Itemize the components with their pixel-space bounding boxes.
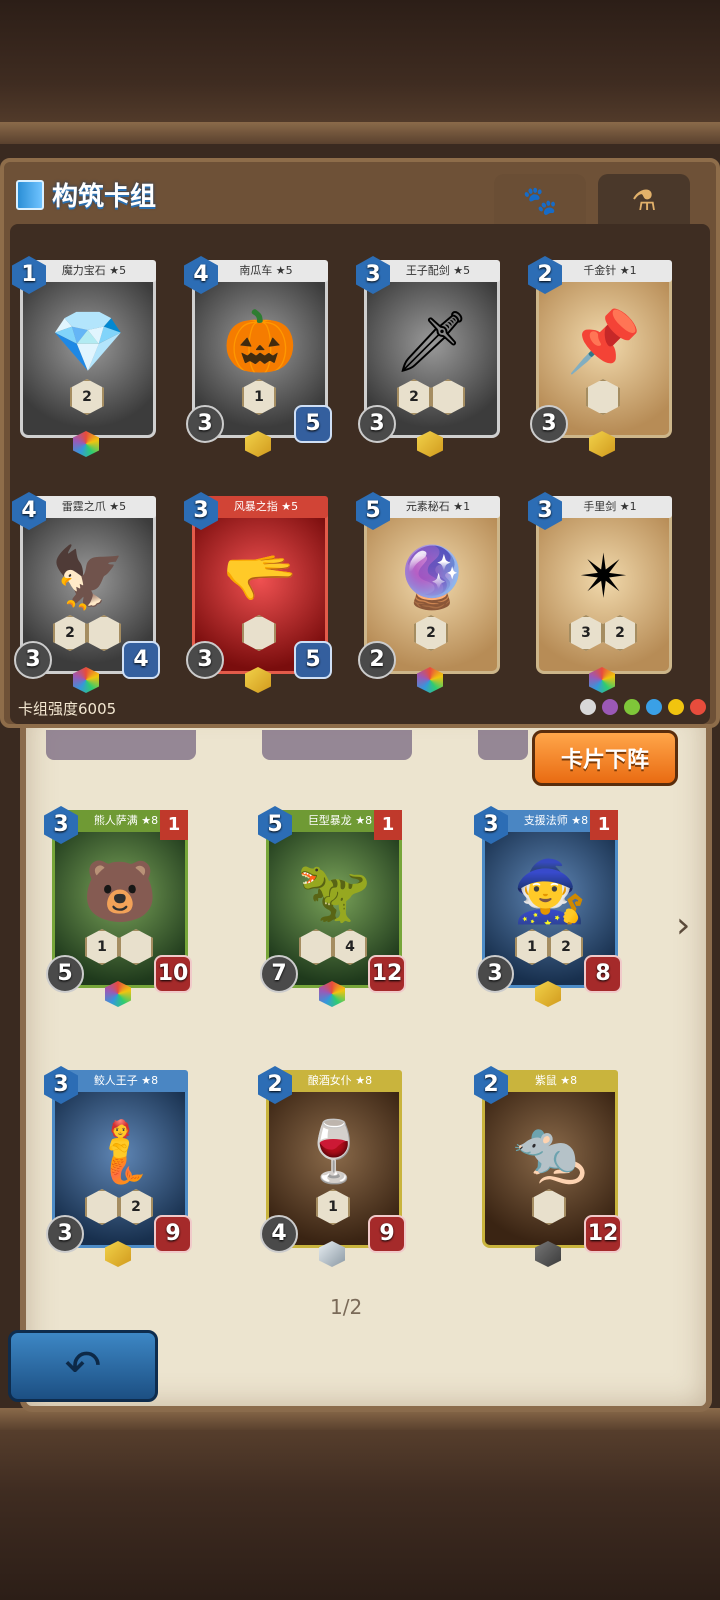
card[interactable]: 雷霆之爪 ★5 🦅 4 3 4 2 [12, 492, 162, 697]
header: 构筑卡组 [16, 176, 156, 213]
card-art: 🦅 [50, 542, 126, 613]
back-arrow-icon: ↶ [64, 1340, 102, 1392]
unequip-card-button[interactable]: 卡片下阵 [532, 730, 678, 786]
card-name: 风暴之指 ★5 [204, 496, 328, 518]
attack-value: 3 [530, 405, 568, 443]
card-name: 酿酒女仆 ★8 [278, 1070, 402, 1092]
card-art: 🔮 [394, 542, 470, 613]
tab-pets[interactable]: 🐾 [494, 174, 586, 226]
card-art: 🐻 [82, 856, 158, 927]
card-name: 王子配剑 ★5 [376, 260, 500, 282]
element-filter [580, 699, 706, 715]
health-value: 5 [294, 405, 332, 443]
card[interactable]: 手里剑 ★1 ✴ 3 3 2 [528, 492, 678, 697]
attack-value: 3 [358, 405, 396, 443]
card-art: 🧙 [512, 856, 588, 927]
top-wood-background [0, 0, 720, 140]
book-icon [16, 179, 44, 210]
attack-value: 7 [260, 955, 298, 993]
attack-value: 5 [46, 955, 84, 993]
card[interactable]: 巨型暴龙 ★8 🦖 5 1 7 12 4 [258, 806, 408, 1011]
health-value: 8 [584, 955, 622, 993]
attack-value: 3 [46, 1215, 84, 1253]
attack-value: 3 [186, 641, 224, 679]
card-art: 🗡 [393, 306, 471, 377]
wood-rail [0, 122, 720, 144]
health-value: 4 [122, 641, 160, 679]
card-name: 千金针 ★1 [548, 260, 672, 282]
card[interactable]: 酿酒女仆 ★8 🍷 2 4 9 1 [258, 1066, 408, 1271]
bottom-wood-background [0, 1420, 720, 1600]
element-fire-icon[interactable] [690, 699, 706, 715]
card-name: 魔力宝石 ★5 [32, 260, 156, 282]
next-page-arrow-icon[interactable]: › [676, 905, 690, 946]
element-electric-icon[interactable] [668, 699, 684, 715]
health-value: 12 [368, 955, 406, 993]
card-art: 🫳 [222, 542, 298, 613]
card[interactable]: 元素秘石 ★1 🔮 5 2 2 [356, 492, 506, 697]
card[interactable]: 支援法师 ★8 🧙 3 1 3 8 1 2 [474, 806, 624, 1011]
level-flag: 1 [160, 810, 188, 840]
card[interactable]: 王子配剑 ★5 🗡 3 3 2 [356, 256, 506, 461]
element-arcane-icon[interactable] [602, 699, 618, 715]
element-water-icon[interactable] [646, 699, 662, 715]
page-title: 构筑卡组 [52, 182, 157, 212]
card-art: ✴ [578, 542, 630, 612]
deck-strength: 卡组强度6005 [18, 700, 117, 718]
card-name: 雷霆之爪 ★5 [32, 496, 156, 518]
card[interactable]: 魔力宝石 ★5 💎 1 2 [12, 256, 162, 461]
card-art: 🧜 [82, 1116, 158, 1187]
element-nature-icon[interactable] [624, 699, 640, 715]
potion-icon: ⚗ [631, 183, 657, 217]
hidden-card-peek [262, 730, 412, 760]
level-flag: 1 [590, 810, 618, 840]
card[interactable]: 南瓜车 ★5 🎃 4 3 5 1 [184, 256, 334, 461]
health-value: 10 [154, 955, 192, 993]
card-art: 🦖 [296, 856, 372, 927]
attack-value: 2 [358, 641, 396, 679]
card-name: 紫鼠 ★8 [494, 1070, 618, 1092]
element-neutral-icon[interactable] [580, 699, 596, 715]
card[interactable]: 风暴之指 ★5 🫳 3 3 5 [184, 492, 334, 697]
health-value: 9 [154, 1215, 192, 1253]
card-name: 南瓜车 ★5 [204, 260, 328, 282]
health-value: 9 [368, 1215, 406, 1253]
card-art: 💎 [50, 306, 126, 377]
health-value: 12 [584, 1215, 622, 1253]
level-flag: 1 [374, 810, 402, 840]
back-button[interactable]: ↶ [8, 1330, 158, 1402]
card-name: 鲛人王子 ★8 [64, 1070, 188, 1092]
hidden-card-peek [46, 730, 196, 760]
card-art: 🐀 [512, 1116, 588, 1187]
tab-items[interactable]: ⚗ [598, 174, 690, 226]
attack-value: 3 [186, 405, 224, 443]
health-value: 5 [294, 641, 332, 679]
card[interactable]: 熊人萨满 ★8 🐻 3 1 5 10 1 [44, 806, 194, 1011]
card-art: 🎃 [222, 306, 298, 377]
card-name: 元素秘石 ★1 [376, 496, 500, 518]
card[interactable]: 鲛人王子 ★8 🧜 3 3 9 2 [44, 1066, 194, 1271]
paw-icon: 🐾 [522, 183, 558, 217]
card-name: 手里剑 ★1 [548, 496, 672, 518]
attack-value: 3 [14, 641, 52, 679]
page-indicator: 1/2 [330, 1295, 363, 1319]
card[interactable]: 千金针 ★1 📌 2 3 [528, 256, 678, 461]
hidden-card-peek [478, 730, 528, 760]
attack-value: 4 [260, 1215, 298, 1253]
card-art: 🍷 [296, 1116, 372, 1187]
card[interactable]: 紫鼠 ★8 🐀 2 12 [474, 1066, 624, 1271]
attack-value: 3 [476, 955, 514, 993]
card-art: 📌 [566, 306, 642, 377]
